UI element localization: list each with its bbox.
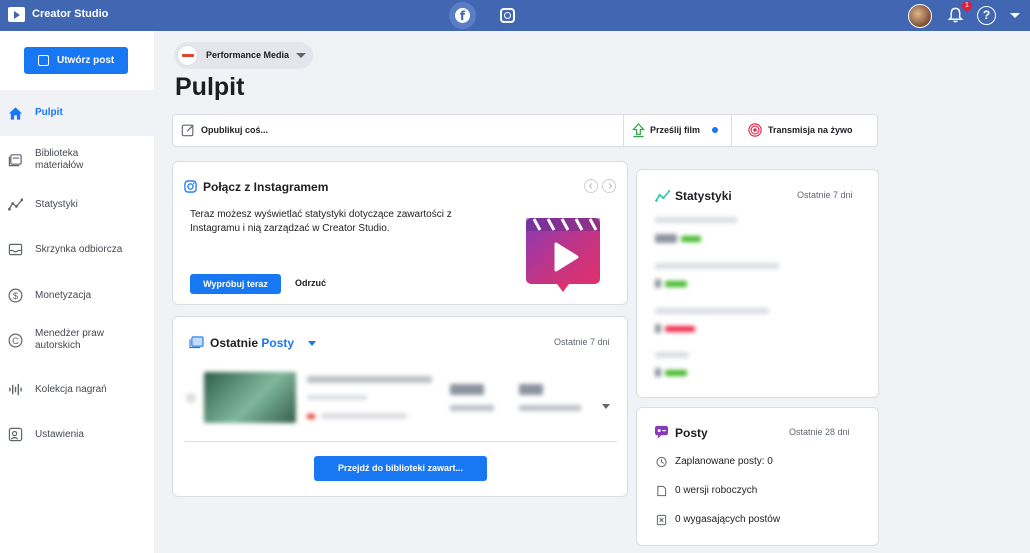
dollar-icon: $ [8,288,23,303]
svg-text:$: $ [13,291,19,301]
posts-bubble-icon [654,425,669,439]
upload-status-dot [712,127,718,133]
expiring-icon [656,514,667,526]
recent-posts-card: Ostatnie Posty Ostatnie 7 dni Przejdź do… [172,316,628,497]
create-post-button[interactable]: Utwórz post [24,47,128,74]
page-logo-icon [177,45,198,66]
facebook-tab[interactable]: f [449,2,476,29]
sidebar-item-label: Monetyzacja [35,290,92,301]
sidebar-item-pulpit[interactable]: Pulpit [0,90,154,136]
insights-icon [655,190,670,202]
account-menu-chevron-down-icon[interactable] [1010,13,1020,18]
connect-instagram-description: Teraz możesz wyświetlać statystyki dotyc… [190,209,452,234]
posts-card: Posty Ostatnie 28 dni Zaplanowane posty:… [636,407,879,546]
post-thumbnail [204,372,296,423]
compose-icon [38,55,49,66]
sidebar-item-prawa-autorskie[interactable]: C Menedżer praw autorskich [0,324,154,358]
video-clapper-illustration-icon [526,218,600,292]
scheduled-posts-row[interactable]: Zaplanowane posty: 0 [675,456,773,467]
instagram-tab-icon[interactable] [500,8,515,23]
notification-badge: 1 [962,1,972,11]
top-bar: Creator Studio f 1 ? [0,0,1030,31]
sidebar-item-biblioteka[interactable]: Biblioteka materiałów [0,141,154,181]
sidebar-item-label: Kolekcja nagrań [35,384,107,395]
help-icon[interactable]: ? [977,6,996,25]
creator-studio-logo-icon[interactable] [8,7,25,22]
sidebar-item-label: Skrzynka odbiorcza [35,244,123,255]
live-broadcast-icon [748,123,762,137]
upload-icon [632,123,645,138]
sidebar-item-statystyki[interactable]: Statystyki [0,191,154,217]
publish-bar: Opublikuj coś... Prześlij film Transmisj… [172,114,878,147]
upload-label: Prześlij film [650,125,701,135]
draft-icon [657,485,667,497]
avatar[interactable] [908,4,932,28]
notifications-bell-icon[interactable] [947,6,964,24]
create-post-label: Utwórz post [57,55,115,66]
content-type-dropdown[interactable]: Posty [261,336,294,350]
dismiss-button[interactable]: Odrzuć [295,278,326,288]
sidebar-item-label: Menedżer praw autorskich [35,328,104,351]
next-arrow-icon[interactable] [602,179,616,193]
statistics-period: Ostatnie 7 dni [797,190,853,200]
go-to-content-library-button[interactable]: Przejdź do biblioteki zawart... [314,456,487,481]
sidebar-item-monetyzacja[interactable]: $ Monetyzacja [0,282,154,308]
go-live-button[interactable]: Transmisja na żywo [732,115,878,146]
live-label: Transmisja na żywo [768,125,853,135]
settings-icon [8,427,23,442]
try-now-button[interactable]: Wypróbuj teraz [190,274,281,294]
facebook-icon: f [455,8,470,23]
posts-stack-icon [189,336,204,349]
clock-icon [656,456,667,468]
recent-posts-period: Ostatnie 7 dni [554,337,610,347]
insights-icon [8,198,23,211]
sidebar: Utwórz post Pulpit Biblioteka materiałów… [0,31,154,553]
compose-icon [181,124,194,137]
chevron-down-icon [296,53,306,58]
home-icon [8,107,23,120]
sidebar-item-label: Statystyki [35,199,78,210]
connect-instagram-title: Połącz z Instagramem [203,180,329,194]
sidebar-item-label: Ustawienia [35,429,84,440]
publish-label: Opublikuj coś... [201,125,269,135]
sidebar-item-kolekcja-nagran[interactable]: Kolekcja nagrań [0,376,154,402]
svg-text:C: C [12,336,19,346]
connect-instagram-card: Połącz z Instagramem Teraz możesz wyświe… [172,161,628,305]
sidebar-item-label: Pulpit [35,107,63,118]
instagram-icon [184,180,197,193]
statistics-card: Statystyki Ostatnie 7 dni [636,169,879,398]
sidebar-item-ustawienia[interactable]: Ustawienia [0,421,154,447]
expiring-posts-row[interactable]: 0 wygasających postów [675,514,780,525]
inbox-icon [8,243,23,256]
page-selector-name: Performance Media [206,50,290,60]
recent-posts-title: Ostatnie Posty [210,336,294,350]
page-selector[interactable]: Performance Media [174,42,313,69]
publish-something-button[interactable]: Opublikuj coś... [173,115,623,146]
posts-period: Ostatnie 28 dni [789,427,850,437]
app-title[interactable]: Creator Studio [32,8,108,20]
sound-icon [9,383,22,396]
recent-title-prefix: Ostatnie [210,336,259,350]
previous-arrow-icon[interactable] [584,179,598,193]
copyright-icon: C [8,333,23,348]
library-icon [8,154,22,167]
expand-row-chevron-down-icon[interactable] [602,404,610,409]
posts-title: Posty [675,426,708,440]
sidebar-item-label: Biblioteka materiałów [35,148,84,171]
page-title: Pulpit [175,73,245,101]
sidebar-item-skrzynka[interactable]: Skrzynka odbiorcza [0,236,154,262]
chevron-down-icon[interactable] [308,341,316,346]
statistics-title: Statystyki [675,189,732,203]
divider [185,441,617,442]
drafts-row[interactable]: 0 wersji roboczych [675,485,757,496]
